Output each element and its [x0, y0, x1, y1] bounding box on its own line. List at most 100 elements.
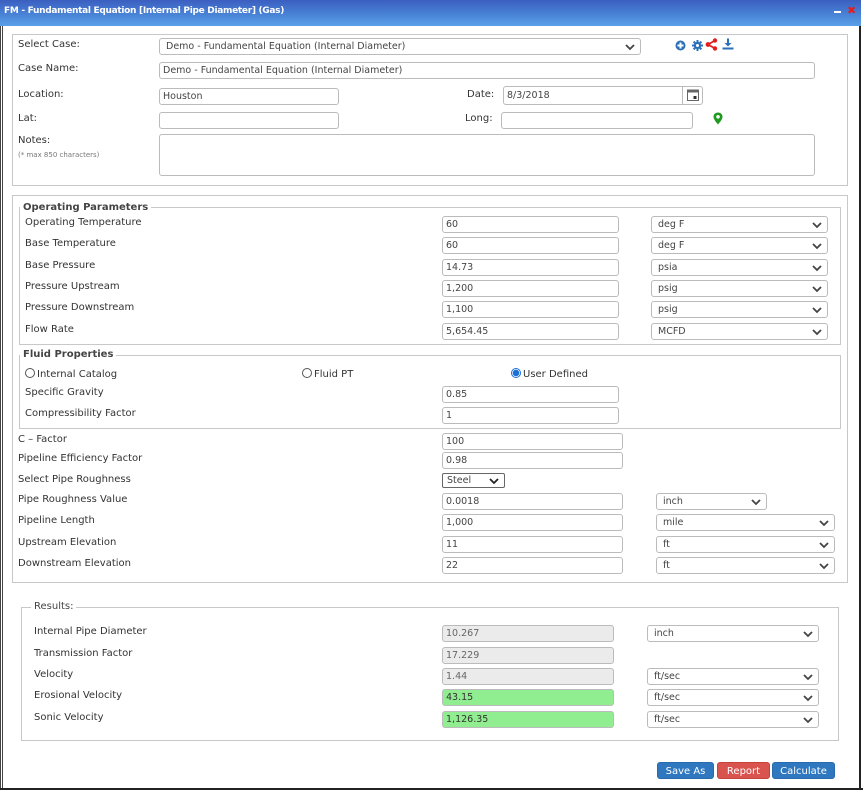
erosional-velocity-label: Erosional Velocity	[34, 690, 123, 701]
case-name-input[interactable]: Demo - Fundamental Equation (Internal Di…	[159, 62, 815, 79]
internal-pipe-diameter-unit-select[interactable]: inch	[647, 625, 819, 642]
downstream-elevation-input[interactable]: 22	[442, 557, 623, 574]
notes-textarea[interactable]	[159, 134, 815, 176]
pressure-downstream-unit-select[interactable]: psig	[651, 301, 828, 318]
unit-value: inch	[654, 628, 674, 639]
operating-temperature-input[interactable]: 60	[442, 216, 619, 233]
long-input[interactable]	[501, 112, 693, 129]
unit-value: psia	[658, 262, 678, 273]
chevron-down-icon	[803, 674, 813, 681]
calendar-button[interactable]	[682, 86, 703, 105]
pressure-upstream-label: Pressure Upstream	[25, 281, 120, 292]
unit-value: ft/sec	[654, 692, 681, 703]
pipe-roughness-unit-select[interactable]: inch	[656, 493, 767, 510]
long-label: Long:	[465, 113, 493, 124]
chevron-down-icon	[812, 307, 822, 314]
roughness-material-value: Steel	[447, 475, 472, 486]
map-pin-icon[interactable]	[713, 112, 723, 125]
chevron-down-icon	[751, 499, 761, 506]
pipeline-length-unit-select[interactable]: mile	[656, 514, 835, 531]
compressibility-factor-label: Compressibility Factor	[25, 408, 136, 419]
base-pressure-input[interactable]: 14.73	[442, 259, 619, 276]
operating-temperature-label: Operating Temperature	[25, 217, 142, 228]
select-case-dropdown[interactable]: Demo - Fundamental Equation (Internal Di…	[159, 38, 641, 55]
pipe-roughness-select-label: Select Pipe Roughness	[18, 474, 131, 485]
upstream-elevation-unit-select[interactable]: ft	[656, 536, 835, 553]
operating-temperature-unit-select[interactable]: deg F	[651, 216, 828, 233]
base-temperature-input[interactable]: 60	[442, 237, 619, 254]
pressure-upstream-input[interactable]: 1,200	[442, 280, 619, 297]
calculate-button[interactable]: Calculate	[772, 762, 835, 779]
pipe-roughness-value-input[interactable]: 0.0018	[442, 493, 623, 510]
base-pressure-unit-select[interactable]: psia	[651, 259, 828, 276]
download-icon[interactable]	[722, 38, 734, 50]
radio-button-selected	[511, 368, 521, 378]
date-input[interactable]: 8/3/2018	[503, 86, 703, 105]
unit-value: ft/sec	[654, 714, 681, 725]
downstream-elevation-unit-select[interactable]: ft	[656, 557, 835, 574]
internal-pipe-diameter-output: 10.267	[442, 625, 614, 642]
internal-catalog-radio[interactable]: Internal Catalog	[25, 368, 117, 380]
unit-value: ft/sec	[654, 671, 681, 682]
efficiency-factor-label: Pipeline Efficiency Factor	[18, 453, 143, 464]
location-input[interactable]: Houston	[159, 88, 339, 105]
calendar-icon	[687, 89, 699, 101]
velocity-unit-select[interactable]: ft/sec	[647, 668, 819, 685]
fluid-properties-title: Fluid Properties	[20, 349, 117, 360]
gear-icon[interactable]	[692, 40, 703, 51]
add-icon[interactable]	[675, 40, 686, 51]
unit-value: ft	[663, 539, 670, 550]
flow-rate-input[interactable]: 5,654.45	[442, 323, 619, 340]
unit-value: psig	[658, 304, 678, 315]
title-bar: FM - Fundamental Equation [Internal Pipe…	[0, 0, 861, 26]
upstream-elevation-label: Upstream Elevation	[18, 537, 117, 548]
location-label: Location:	[18, 89, 64, 100]
lat-input[interactable]	[159, 112, 339, 129]
chevron-down-icon	[819, 542, 829, 549]
chevron-down-icon	[819, 563, 829, 570]
radio-button	[25, 368, 35, 378]
fluid-properties-fieldset	[19, 355, 841, 429]
specific-gravity-input[interactable]: 0.85	[442, 386, 619, 403]
window-border	[0, 26, 3, 790]
lat-label: Lat:	[18, 113, 37, 124]
velocity-output: 1.44	[442, 668, 614, 685]
base-temperature-label: Base Temperature	[25, 238, 116, 249]
unit-value: deg F	[658, 240, 685, 251]
sonic-velocity-output: 1,126.35	[442, 711, 614, 728]
compressibility-factor-input[interactable]: 1	[442, 407, 619, 424]
close-icon[interactable]: ✖	[847, 4, 856, 17]
base-pressure-label: Base Pressure	[25, 260, 96, 271]
minimize-icon[interactable]	[834, 5, 842, 15]
chevron-down-icon	[819, 520, 829, 527]
pressure-downstream-label: Pressure Downstream	[25, 302, 135, 313]
erosional-velocity-output: 43.15	[442, 689, 614, 706]
save-as-button[interactable]: Save As	[657, 762, 714, 779]
pipe-roughness-value-label: Pipe Roughness Value	[18, 494, 128, 505]
window-title: FM - Fundamental Equation [Internal Pipe…	[4, 6, 285, 16]
pressure-upstream-unit-select[interactable]: psig	[651, 280, 828, 297]
user-defined-radio[interactable]: User Defined	[511, 368, 588, 380]
fluid-pt-radio[interactable]: Fluid PT	[302, 368, 353, 380]
efficiency-factor-input[interactable]: 0.98	[442, 452, 623, 469]
unit-value: deg F	[658, 219, 685, 230]
notes-hint: (* max 850 characters)	[18, 151, 100, 159]
upstream-elevation-input[interactable]: 11	[442, 536, 623, 553]
select-case-label: Select Case:	[18, 39, 80, 50]
chevron-down-icon	[625, 44, 635, 51]
sonic-velocity-unit-select[interactable]: ft/sec	[647, 711, 819, 728]
base-temperature-unit-select[interactable]: deg F	[651, 237, 828, 254]
report-button[interactable]: Report	[717, 762, 770, 779]
chevron-down-icon	[803, 717, 813, 724]
transmission-factor-label: Transmission Factor	[34, 648, 133, 659]
flow-rate-unit-select[interactable]: MCFD	[651, 323, 828, 340]
sonic-velocity-label: Sonic Velocity	[34, 712, 104, 723]
radio-button	[302, 368, 312, 378]
share-icon[interactable]	[705, 38, 718, 51]
pressure-downstream-input[interactable]: 1,100	[442, 301, 619, 318]
pipeline-length-input[interactable]: 1,000	[442, 514, 623, 531]
date-value: 8/3/2018	[507, 90, 550, 101]
c-factor-input[interactable]: 100	[442, 433, 623, 450]
erosional-velocity-unit-select[interactable]: ft/sec	[647, 689, 819, 706]
pipe-roughness-select[interactable]: Steel	[442, 473, 505, 488]
